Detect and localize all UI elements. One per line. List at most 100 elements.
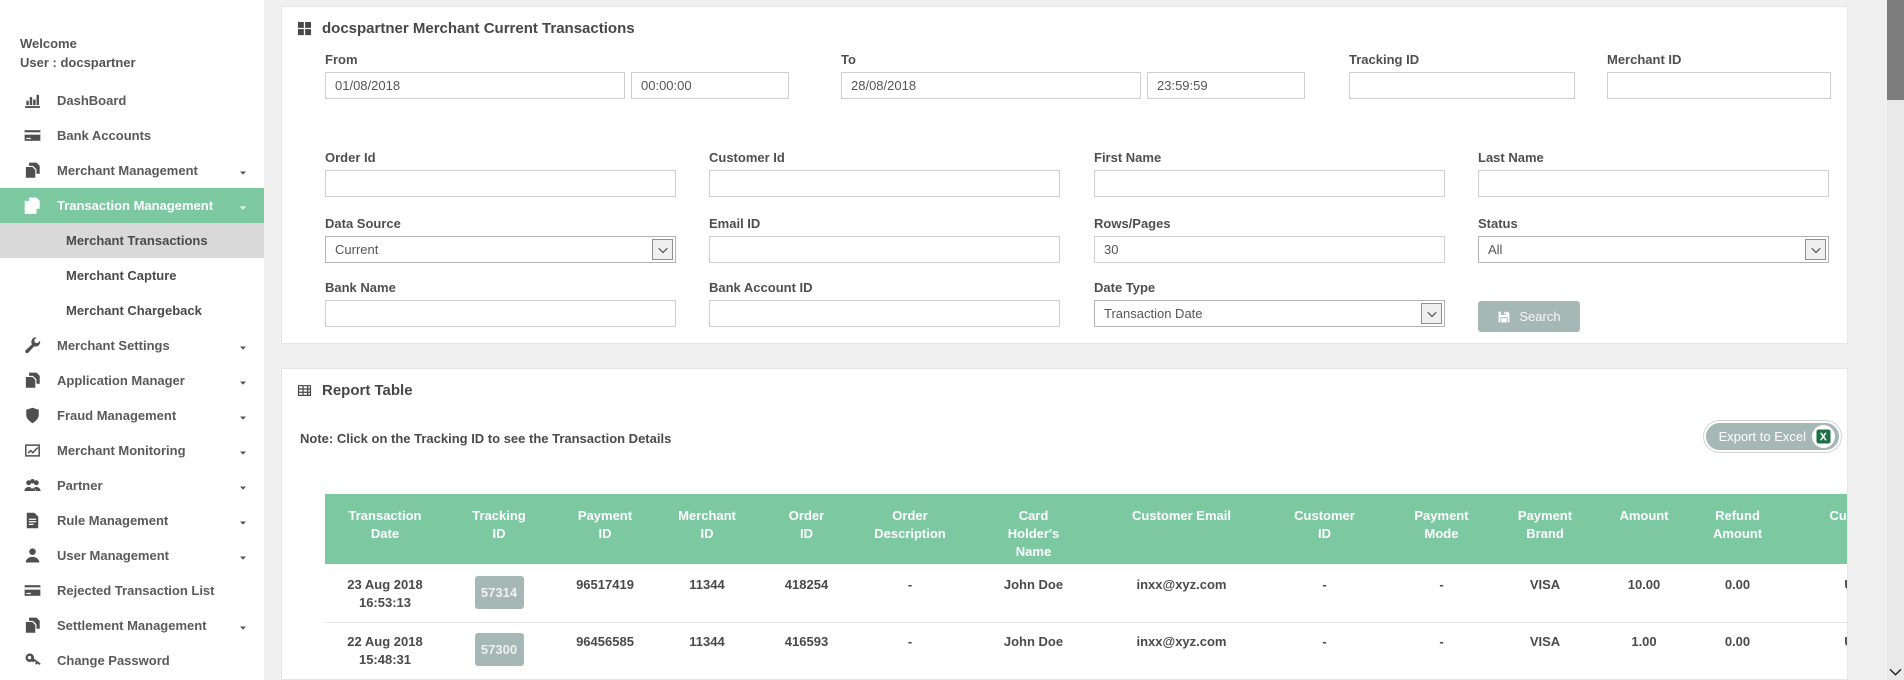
- sidebar-item-application-manager[interactable]: Application Manager: [0, 363, 264, 398]
- sidebar-subitem-label: Merchant Capture: [66, 268, 177, 283]
- sidebar-item-label: DashBoard: [57, 93, 126, 108]
- grid-icon: [297, 21, 312, 36]
- cell-customer-email: inxx@xyz.com: [1103, 623, 1260, 680]
- cell-payment-mode: -: [1389, 623, 1494, 680]
- data-source-label: Data Source: [325, 217, 676, 231]
- cell-merchant-id: 11344: [657, 565, 757, 623]
- sidebar-item-label: User Management: [57, 548, 169, 563]
- tracking-id-button[interactable]: 57300: [475, 633, 524, 666]
- column-header-order-description: Order Description: [856, 494, 964, 565]
- cell-order-description: -: [856, 565, 964, 623]
- to-date-input[interactable]: [841, 72, 1141, 99]
- cell-payment-id: 96456585: [553, 623, 657, 680]
- cell-order-id: 416593: [757, 623, 856, 680]
- wrench-icon: [24, 337, 41, 354]
- sidebar-item-label: Rule Management: [57, 513, 168, 528]
- cell-card-holder-name: John Doe: [964, 623, 1103, 680]
- users-icon: [24, 477, 41, 494]
- cell-order-id: 418254: [757, 565, 856, 623]
- date-type-select[interactable]: Transaction Date: [1094, 300, 1445, 327]
- cell-card-holder-name: John Doe: [964, 565, 1103, 623]
- page-title: docspartner Merchant Current Transaction…: [322, 20, 635, 37]
- column-header-payment-mode: Payment Mode: [1389, 494, 1494, 565]
- welcome-text: Welcome User : docspartner: [0, 0, 264, 72]
- email-id-input[interactable]: [709, 236, 1060, 263]
- bank-name-label: Bank Name: [325, 281, 676, 295]
- column-header-transaction-date: Transaction Date: [325, 494, 445, 565]
- sidebar-item-rule-management[interactable]: Rule Management: [0, 503, 264, 538]
- line-chart-icon: [24, 442, 41, 459]
- sidebar-subitem-merchant-transactions[interactable]: Merchant Transactions: [0, 223, 264, 258]
- rows-pages-label: Rows/Pages: [1094, 217, 1445, 231]
- cell-customer-id: -: [1260, 623, 1389, 680]
- sidebar-item-rejected-transaction-list[interactable]: Rejected Transaction List: [0, 573, 264, 608]
- cell-tracking-id: 57300: [445, 623, 553, 680]
- cell-refund-amount: 0.00: [1692, 623, 1783, 680]
- cell-order-description: -: [856, 623, 964, 680]
- sidebar-item-partner[interactable]: Partner: [0, 468, 264, 503]
- report-title: Report Table: [282, 369, 1847, 399]
- customer-id-input[interactable]: [709, 170, 1060, 197]
- column-header-payment-brand: Payment Brand: [1494, 494, 1596, 565]
- sidebar-item-transaction-management[interactable]: Transaction Management: [0, 188, 264, 223]
- bank-account-id-input[interactable]: [709, 300, 1060, 327]
- sidebar-subitem-merchant-chargeback[interactable]: Merchant Chargeback: [0, 293, 264, 328]
- column-header-card-holders-name: Card Holder's Name: [964, 494, 1103, 565]
- tracking-id-input[interactable]: [1349, 72, 1575, 99]
- data-source-select[interactable]: Current: [325, 236, 676, 263]
- cell-transaction-date: 22 Aug 2018 15:48:31: [325, 623, 445, 680]
- export-to-excel-button[interactable]: Export to Excel: [1704, 421, 1841, 452]
- tracking-id-label: Tracking ID: [1349, 53, 1575, 67]
- sidebar-item-label: Transaction Management: [57, 198, 213, 213]
- order-id-label: Order Id: [325, 151, 676, 165]
- to-label: To: [841, 53, 1305, 67]
- bank-account-id-field-group: Bank Account ID: [709, 281, 1060, 327]
- cell-payment-mode: -: [1389, 565, 1494, 623]
- column-header-payment-id: Payment ID: [553, 494, 657, 565]
- last-name-field-group: Last Name: [1478, 151, 1829, 197]
- bank-account-id-label: Bank Account ID: [709, 281, 1060, 295]
- bank-name-input[interactable]: [325, 300, 676, 327]
- tracking-id-button[interactable]: 57314: [475, 576, 524, 609]
- first-name-input[interactable]: [1094, 170, 1445, 197]
- sidebar-item-merchant-monitoring[interactable]: Merchant Monitoring: [0, 433, 264, 468]
- caret-down-icon: [238, 481, 248, 491]
- date-type-label: Date Type: [1094, 281, 1445, 295]
- last-name-input[interactable]: [1478, 170, 1829, 197]
- column-header-currency: Currency: [1783, 494, 1847, 565]
- search-button[interactable]: Search: [1478, 301, 1580, 332]
- from-date-input[interactable]: [325, 72, 625, 99]
- caret-down-icon: [238, 341, 248, 351]
- caret-down-icon: [238, 516, 248, 526]
- sidebar-item-bank-accounts[interactable]: Bank Accounts: [0, 118, 264, 153]
- credit-card-icon: [24, 127, 41, 144]
- order-id-input[interactable]: [325, 170, 676, 197]
- from-time-input[interactable]: [631, 72, 789, 99]
- sidebar-subitem-merchant-capture[interactable]: Merchant Capture: [0, 258, 264, 293]
- chevron-down-icon: [1805, 239, 1826, 260]
- to-time-input[interactable]: [1147, 72, 1305, 99]
- excel-icon: [1812, 425, 1835, 448]
- welcome-line: Welcome: [20, 34, 264, 53]
- sidebar-item-user-management[interactable]: User Management: [0, 538, 264, 573]
- sidebar-item-label: Merchant Management: [57, 163, 198, 178]
- sidebar-item-dashboard[interactable]: DashBoard: [0, 83, 264, 118]
- report-title-text: Report Table: [322, 382, 413, 399]
- sidebar-item-settlement-management[interactable]: Settlement Management: [0, 608, 264, 643]
- status-select[interactable]: All: [1478, 236, 1829, 263]
- from-label: From: [325, 53, 789, 67]
- order-id-field-group: Order Id: [325, 151, 676, 197]
- sidebar-item-merchant-management[interactable]: Merchant Management: [0, 153, 264, 188]
- caret-down-icon: [238, 551, 248, 561]
- column-header-merchant-id: Merchant ID: [657, 494, 757, 565]
- sidebar-item-fraud-management[interactable]: Fraud Management: [0, 398, 264, 433]
- merchant-id-input[interactable]: [1607, 72, 1831, 99]
- sidebar-item-change-password[interactable]: Change Password: [0, 643, 264, 678]
- caret-down-icon: [238, 376, 248, 386]
- first-name-label: First Name: [1094, 151, 1445, 165]
- rows-pages-input[interactable]: [1094, 236, 1445, 263]
- sidebar-item-merchant-settings[interactable]: Merchant Settings: [0, 328, 264, 363]
- vertical-scrollbar[interactable]: [1887, 0, 1904, 680]
- scrollbar-thumb[interactable]: [1887, 0, 1904, 100]
- scroll-down-arrow-icon[interactable]: [1889, 665, 1902, 678]
